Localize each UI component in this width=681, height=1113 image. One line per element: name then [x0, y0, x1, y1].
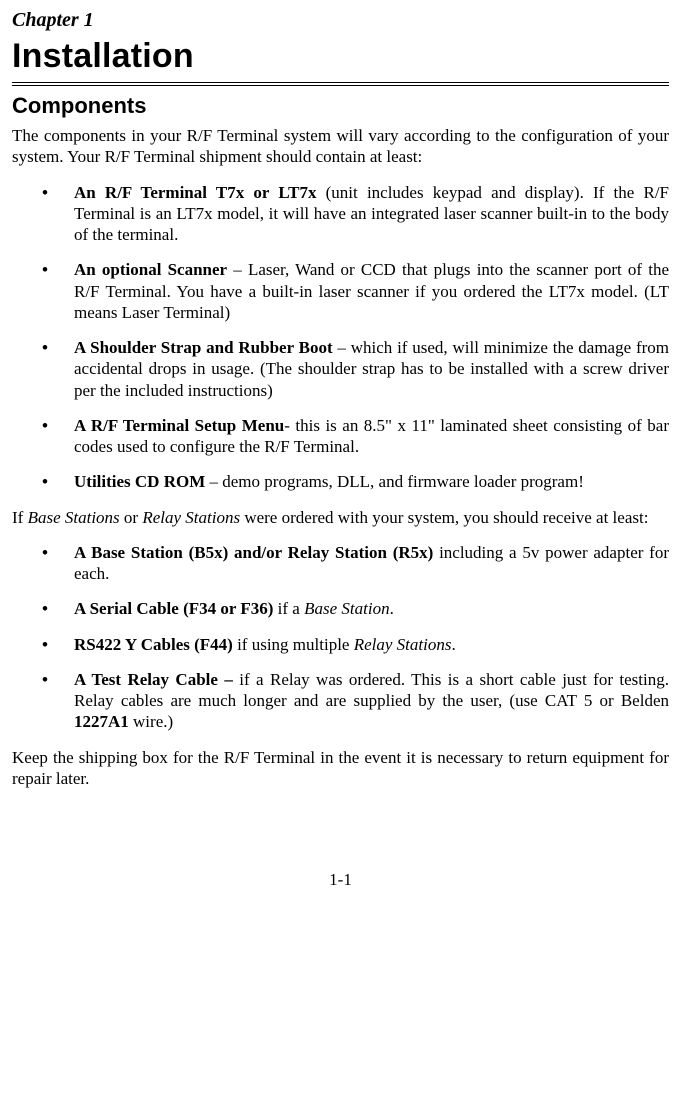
stations-list: A Base Station (B5x) and/or Relay Statio… [12, 542, 669, 733]
title-divider [12, 82, 669, 86]
list-item: Utilities CD ROM – demo programs, DLL, a… [52, 471, 669, 492]
item-term: An R/F Terminal T7x or LT7x [74, 183, 316, 202]
list-item: RS422 Y Cables (F44) if using multiple R… [52, 634, 669, 655]
list-item: A Shoulder Strap and Rubber Boot – which… [52, 337, 669, 401]
text-italic: Base Stations [28, 508, 120, 527]
components-list: An R/F Terminal T7x or LT7x (unit includ… [12, 182, 669, 493]
item-term: A Shoulder Strap and Rubber Boot [74, 338, 333, 357]
text: or [120, 508, 143, 527]
item-term: An optional Scanner [74, 260, 227, 279]
text: . [451, 635, 455, 654]
item-term: RS422 Y Cables (F44) [74, 635, 233, 654]
item-desc: if a [273, 599, 304, 618]
text: wire.) [129, 712, 173, 731]
stations-paragraph: If Base Stations or Relay Stations were … [12, 507, 669, 528]
list-item: A Test Relay Cable – if a Relay was orde… [52, 669, 669, 733]
item-term: A Test Relay Cable – [74, 670, 233, 689]
text: . [390, 599, 394, 618]
item-term: Utilities CD ROM [74, 472, 205, 491]
list-item: A R/F Terminal Setup Menu- this is an 8.… [52, 415, 669, 458]
text-italic: Relay Stations [142, 508, 240, 527]
text-bold: 1227A1 [74, 712, 129, 731]
text: If [12, 508, 28, 527]
page-number: 1-1 [12, 869, 669, 890]
page-title: Installation [12, 35, 669, 78]
text-italic: Base Station [304, 599, 389, 618]
item-desc: – demo programs, DLL, and firmware loade… [205, 472, 584, 491]
item-desc: if using multiple [233, 635, 354, 654]
list-item: A Serial Cable (F34 or F36) if a Base St… [52, 598, 669, 619]
text: were ordered with your system, you shoul… [240, 508, 648, 527]
list-item: An optional Scanner – Laser, Wand or CCD… [52, 259, 669, 323]
chapter-label: Chapter 1 [12, 8, 669, 33]
item-term: A Serial Cable (F34 or F36) [74, 599, 273, 618]
list-item: A Base Station (B5x) and/or Relay Statio… [52, 542, 669, 585]
intro-paragraph: The components in your R/F Terminal syst… [12, 125, 669, 168]
item-term: A R/F Terminal Setup Menu [74, 416, 284, 435]
list-item: An R/F Terminal T7x or LT7x (unit includ… [52, 182, 669, 246]
section-heading: Components [12, 92, 669, 120]
text-italic: Relay Stations [354, 635, 452, 654]
closing-paragraph: Keep the shipping box for the R/F Termin… [12, 747, 669, 790]
item-term: A Base Station (B5x) and/or Relay Statio… [74, 543, 433, 562]
